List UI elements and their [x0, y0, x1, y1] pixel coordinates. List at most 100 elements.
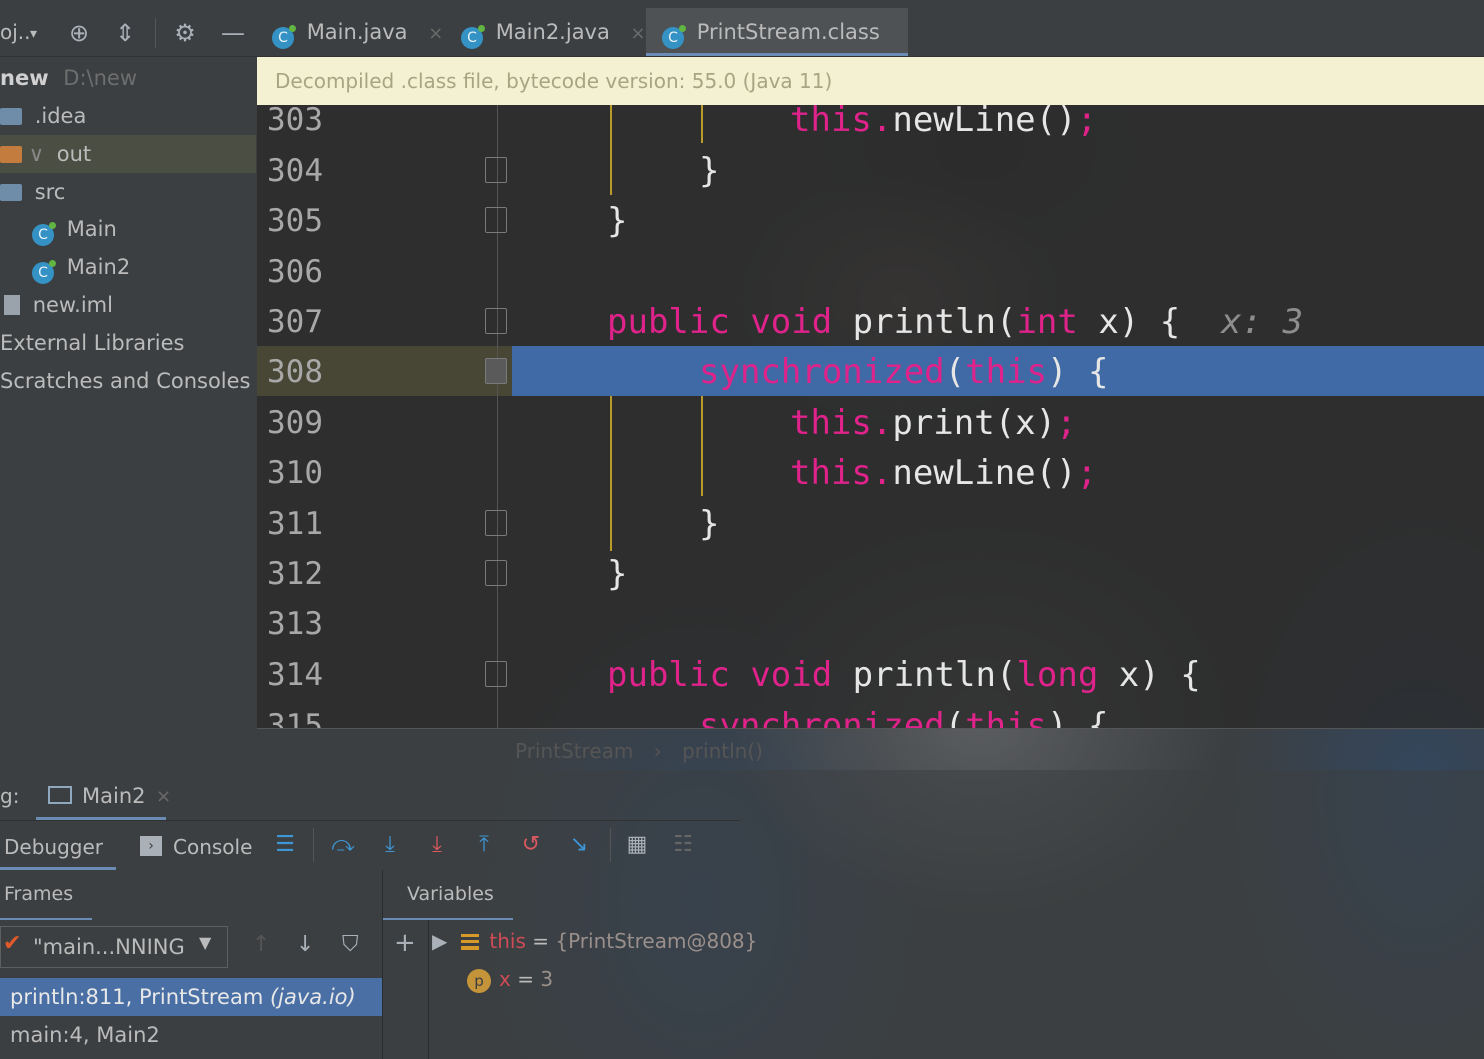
fold-marker-icon[interactable] [485, 661, 507, 687]
fold-marker-icon[interactable] [485, 358, 507, 384]
tree-root[interactable]: new D:\new [0, 59, 256, 97]
chevron-down-icon[interactable]: ▾ [30, 26, 37, 42]
tree-item-label: .idea [34, 104, 87, 128]
decompiled-banner: Decompiled .class file, bytecode version… [257, 57, 1484, 105]
project-view-selector[interactable]: oj.. [0, 20, 31, 44]
breadcrumb-method[interactable]: println() [682, 739, 763, 763]
tree-item-scratches[interactable]: Scratches and Consoles [0, 362, 256, 400]
code-token: newLine() [892, 105, 1077, 140]
code-token: public [607, 655, 730, 695]
code-token: void [750, 655, 833, 695]
step-over-icon[interactable]: ⤼ [328, 830, 358, 860]
code-token: this. [790, 403, 893, 443]
tree-item-idea[interactable]: .idea [0, 97, 256, 135]
tree-item-external-libraries[interactable]: External Libraries [0, 324, 256, 362]
folder-icon [0, 184, 22, 201]
tree-item-label: Main [66, 217, 117, 241]
code-token: print(x) [892, 403, 1057, 443]
tree-item-main[interactable]: C Main [0, 210, 256, 248]
add-watch-icon[interactable]: + [394, 928, 416, 958]
collapse-all-icon[interactable]: ⇕ [110, 18, 140, 48]
class-icon: C [461, 25, 485, 49]
close-icon[interactable]: × [631, 23, 646, 44]
variable-row[interactable]: ▶ this = {PrintStream@808} [432, 922, 757, 960]
tree-item-main2[interactable]: C Main2 [0, 248, 256, 286]
tree-item-label: out [56, 142, 92, 166]
code-token: ) { [1047, 352, 1109, 392]
force-step-into-icon[interactable]: ⤓ [422, 830, 452, 860]
frame-label: println:811, PrintStream [10, 985, 270, 1009]
thread-selector[interactable]: ✔ "main...NNING ▼ [0, 926, 228, 968]
arrow-up-icon[interactable]: ↑ [252, 932, 270, 957]
frame-row[interactable]: main:4, Main2 [0, 1016, 382, 1054]
tab-label: Main2.java [495, 20, 610, 44]
fold-marker-icon[interactable] [485, 510, 507, 536]
evaluate-expression-icon[interactable]: ▦ [622, 830, 652, 860]
root-name: new [0, 66, 49, 90]
variables-tab[interactable]: Variables [383, 870, 513, 920]
expand-arrow-icon[interactable]: ▶ [432, 929, 447, 953]
step-into-icon[interactable]: ⤓ [375, 830, 405, 860]
frames-tab[interactable]: Frames [0, 870, 92, 920]
chevron-down-icon[interactable]: ∨ [29, 142, 44, 166]
line-number: 312 [267, 556, 323, 592]
fold-marker-icon[interactable] [485, 207, 507, 233]
gutter-separator [497, 105, 498, 728]
project-toolbar: oj.. ▾ ⊕ ⇕ ⚙ — [0, 8, 256, 57]
close-icon[interactable]: × [428, 23, 443, 44]
code-token: synchronized [699, 352, 945, 392]
tab-debugger[interactable]: Debugger [0, 822, 116, 870]
toolbar-divider [610, 828, 611, 862]
step-out-icon[interactable]: ⤒ [469, 830, 499, 860]
fold-marker-icon[interactable] [485, 308, 507, 334]
code-token: println( [832, 655, 1017, 695]
code-editor[interactable]: 303 304 305 306 307 308 309 310 311 312 … [257, 105, 1484, 728]
tab-console[interactable]: › Console [130, 822, 252, 870]
toolbar-divider [313, 828, 314, 862]
code-token: ; [1056, 403, 1077, 443]
locate-icon[interactable]: ⊕ [64, 18, 94, 48]
breadcrumb-class[interactable]: PrintStream [515, 739, 633, 763]
folder-icon [0, 108, 22, 125]
debug-session-bar: g: Main2 × [0, 772, 740, 821]
code-line-307: public void println(int x) { x: 3 [607, 297, 1303, 347]
arrow-down-icon[interactable]: ↓ [296, 932, 314, 957]
variable-eq: = [510, 967, 541, 991]
tree-item-src[interactable]: src [0, 173, 256, 211]
line-number: 305 [267, 203, 323, 239]
fold-marker-icon[interactable] [485, 157, 507, 183]
line-number: 310 [267, 455, 323, 491]
frame-row[interactable]: println:811, PrintStream (java.io) [0, 978, 382, 1016]
code-token: this. [790, 105, 893, 140]
tab-printstream-class[interactable]: C PrintStream.class × [646, 8, 908, 92]
variable-row[interactable]: px = 3 [467, 960, 553, 998]
trace-icon[interactable]: ☷ [668, 830, 698, 860]
code-token: x) { [1077, 302, 1181, 342]
line-number: 304 [267, 153, 323, 189]
gear-icon[interactable]: ⚙ [170, 18, 200, 48]
editor-tab-bar: C Main.java × C Main2.java × C PrintStre… [256, 8, 1484, 92]
minimize-icon[interactable]: — [218, 18, 248, 48]
debug-label: g: [0, 784, 20, 808]
frames-header: Frames [0, 870, 382, 920]
tree-item-out[interactable]: ∨ out [0, 135, 256, 173]
line-number: 314 [267, 657, 323, 693]
fold-marker-icon[interactable] [485, 560, 507, 586]
code-token: x) { [1098, 655, 1201, 695]
class-icon: C [32, 260, 56, 284]
close-icon[interactable]: × [156, 786, 171, 807]
run-to-cursor-icon[interactable]: ↘ [564, 830, 594, 860]
check-icon: ✔ [3, 931, 22, 956]
tree-item-iml[interactable]: new.iml [0, 286, 256, 324]
show-execution-point-icon[interactable]: ☰ [270, 830, 300, 860]
code-token: ; [1076, 453, 1098, 493]
filter-icon[interactable]: ⛉ [342, 932, 359, 957]
tab-main2-java[interactable]: C Main2.java × [445, 8, 659, 56]
debug-session-tab[interactable]: Main2 × [36, 772, 171, 820]
line-number: 303 [267, 105, 323, 138]
drop-frame-icon[interactable]: ↺ [516, 830, 546, 860]
variables-header: Variables [383, 870, 1484, 920]
panel-divider [428, 920, 429, 1059]
tab-main-java[interactable]: C Main.java × [256, 8, 460, 56]
code-line-311: } [699, 504, 720, 544]
